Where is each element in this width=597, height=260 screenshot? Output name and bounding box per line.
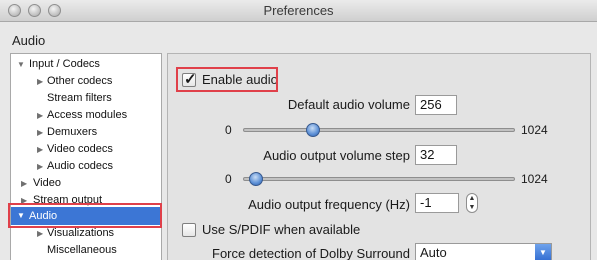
- default-volume-label: Default audio volume: [287, 97, 410, 112]
- triangle-down-icon[interactable]: ▼: [17, 56, 25, 73]
- tree-item-input-codecs[interactable]: ▼ Input / Codecs: [11, 56, 161, 73]
- frequency-stepper[interactable]: ▲ ▼: [466, 193, 478, 213]
- tree-item-label: Other codecs: [47, 75, 113, 87]
- tree-item-label: Audio codecs: [47, 160, 114, 172]
- triangle-right-icon[interactable]: ▶: [37, 141, 43, 158]
- tree-item-label: Input / Codecs: [29, 58, 100, 70]
- tree-item-label: Access modules: [47, 109, 128, 121]
- tree-item-label: Video: [33, 177, 61, 189]
- tree-item-label: Demuxers: [47, 126, 98, 138]
- default-volume-field[interactable]: 256: [415, 95, 457, 115]
- volume-step-label: Audio output volume step: [263, 148, 410, 163]
- spdif-checkbox[interactable]: [182, 222, 196, 237]
- tree-item-audio-codecs[interactable]: ▶ Audio codecs: [11, 158, 161, 175]
- triangle-right-icon[interactable]: ▶: [37, 158, 43, 175]
- window-title: Preferences: [263, 3, 334, 18]
- triangle-right-icon[interactable]: ▶: [37, 107, 43, 124]
- step-slider-max: 1024: [521, 172, 548, 186]
- highlight-box-audio: [8, 203, 162, 228]
- highlight-box-enable-audio: [176, 67, 278, 92]
- tree-item-video[interactable]: ▶ Video: [11, 175, 161, 192]
- volume-step-field[interactable]: 32: [415, 145, 457, 165]
- volume-slider-min: 0: [225, 123, 232, 137]
- tree-item-demuxers[interactable]: ▶ Demuxers: [11, 124, 161, 141]
- step-slider-min: 0: [225, 172, 232, 186]
- chevron-down-icon[interactable]: ▼: [535, 244, 551, 260]
- volume-slider-max: 1024: [521, 123, 548, 137]
- preferences-tree[interactable]: ▼ Input / Codecs ▶ Other codecs Stream f…: [10, 53, 162, 260]
- dolby-label: Force detection of Dolby Surround: [212, 246, 410, 260]
- title-bar: Preferences: [0, 0, 597, 22]
- close-window-button[interactable]: [8, 4, 21, 17]
- spdif-row[interactable]: Use S/PDIF when available: [182, 222, 360, 237]
- triangle-right-icon[interactable]: ▶: [21, 175, 27, 192]
- section-title: Audio: [12, 33, 46, 48]
- triangle-right-icon[interactable]: ▶: [37, 73, 43, 90]
- tree-item-label: Miscellaneous: [47, 244, 117, 256]
- stepper-icon: ▲ ▼: [468, 195, 476, 211]
- dolby-select[interactable]: Auto ▼: [415, 243, 552, 260]
- volume-slider-track[interactable]: [243, 128, 515, 132]
- tree-item-label: Stream filters: [47, 92, 112, 104]
- zoom-window-button[interactable]: [48, 4, 61, 17]
- tree-item-stream-filters[interactable]: Stream filters: [11, 90, 161, 107]
- dolby-select-value: Auto: [420, 245, 447, 260]
- triangle-right-icon[interactable]: ▶: [37, 124, 43, 141]
- minimize-window-button[interactable]: [28, 4, 41, 17]
- spdif-label: Use S/PDIF when available: [202, 222, 361, 237]
- tree-item-label: Video codecs: [47, 143, 113, 155]
- volume-slider-knob[interactable]: [306, 123, 320, 137]
- step-slider-knob[interactable]: [249, 172, 263, 186]
- tree-item-other-codecs[interactable]: ▶ Other codecs: [11, 73, 161, 90]
- tree-item-miscellaneous[interactable]: Miscellaneous: [11, 242, 161, 259]
- frequency-field[interactable]: -1: [415, 193, 459, 213]
- step-slider-track[interactable]: [243, 177, 515, 181]
- tree-item-access-modules[interactable]: ▶ Access modules: [11, 107, 161, 124]
- frequency-label: Audio output frequency (Hz): [248, 197, 410, 212]
- tree-item-video-codecs[interactable]: ▶ Video codecs: [11, 141, 161, 158]
